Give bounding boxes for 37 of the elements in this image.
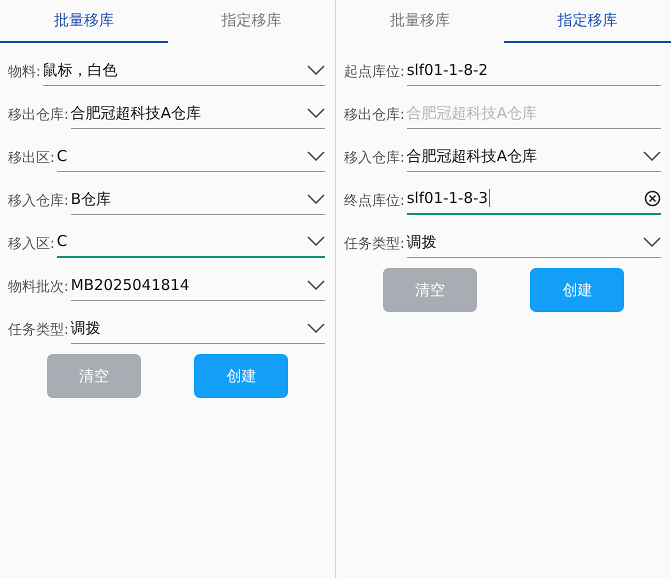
field-label: 移出仓库: [344,106,405,125]
select-field[interactable]: 调拨 [70,313,325,344]
chevron-down-icon[interactable] [307,194,325,204]
select-field[interactable]: 调拨 [406,227,661,258]
select-field[interactable]: B仓库 [70,184,325,215]
tab[interactable]: 批量移库 [336,0,504,43]
field-label: 移入区: [8,235,55,254]
select-field[interactable]: C [56,226,325,258]
chevron-down-icon[interactable] [307,151,325,161]
chevron-down-icon[interactable] [643,237,661,247]
field-label: 移出区: [8,149,55,168]
chevron-down-icon[interactable] [307,236,325,246]
field-label: 任务类型: [344,235,405,254]
select-field[interactable]: C [56,141,325,172]
field-label: 移入仓库: [344,149,405,168]
select-field[interactable]: 合肥冠超科技A仓库 [406,141,661,172]
select-field[interactable]: MB2025041814 [70,270,325,301]
chevron-down-icon[interactable] [307,280,325,290]
tab[interactable]: 指定移库 [168,0,335,43]
tab[interactable]: 指定移库 [504,0,671,43]
select-field[interactable]: 合肥冠超科技A仓库 [70,98,325,129]
input-field[interactable]: slf01-1-8-2 [406,55,661,86]
chevron-down-icon[interactable] [307,108,325,118]
field-label: 起点库位: [344,63,405,82]
chevron-down-icon[interactable] [307,65,325,75]
clear-icon[interactable] [644,190,661,206]
select-field[interactable]: 鼠标，白色 [42,55,325,86]
field-label: 物料批次: [8,278,69,297]
field-label: 终点库位: [344,192,405,211]
field-label: 移入仓库: [8,192,69,211]
field-label: 物料: [8,63,41,82]
chevron-down-icon[interactable] [307,323,325,333]
tab[interactable]: 批量移库 [0,0,168,43]
input-field[interactable]: slf01-1-8-3 [406,183,661,215]
chevron-down-icon[interactable] [643,151,661,161]
field-label: 任务类型: [8,321,69,340]
field-label: 移出仓库: [8,106,69,125]
